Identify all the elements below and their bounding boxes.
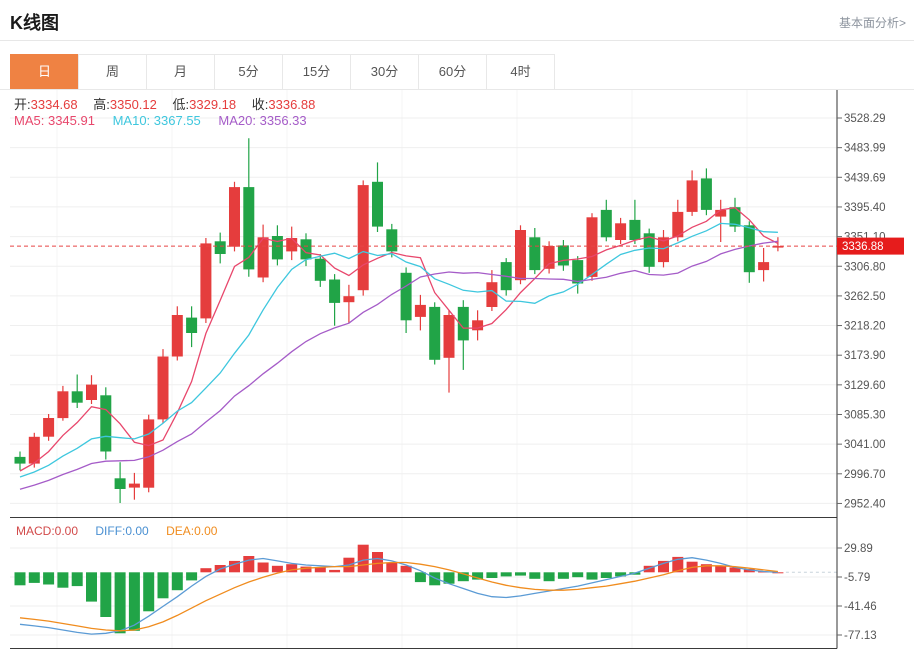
- current-price-tag: 3336.88: [837, 237, 904, 255]
- svg-text:3085.30: 3085.30: [844, 410, 886, 422]
- svg-text:-77.13: -77.13: [844, 630, 877, 642]
- candle: [715, 199, 727, 242]
- svg-text:3395.40: 3395.40: [844, 202, 886, 214]
- candle: [100, 387, 112, 460]
- candle: [700, 168, 712, 216]
- candle: [43, 414, 55, 441]
- svg-text:3218.20: 3218.20: [844, 321, 886, 333]
- candle: [257, 224, 269, 283]
- candle: [529, 228, 541, 275]
- candle: [343, 284, 355, 323]
- tab-15min[interactable]: 15分: [282, 54, 351, 90]
- candles: [14, 138, 784, 503]
- candle: [600, 199, 612, 242]
- candle: [457, 300, 469, 370]
- candle: [128, 472, 140, 500]
- candle: [572, 256, 584, 294]
- candle: [472, 310, 484, 341]
- macd-histogram: [14, 544, 784, 634]
- svg-text:-41.46: -41.46: [844, 601, 877, 613]
- candle: [186, 306, 198, 348]
- candle: [672, 199, 684, 242]
- svg-text:3306.80: 3306.80: [844, 261, 886, 273]
- candle: [429, 302, 441, 365]
- kline-chart-canvas[interactable]: 3528.293483.993439.693395.403351.103306.…: [10, 90, 904, 650]
- page-title: K线图: [10, 13, 59, 33]
- candle: [758, 248, 770, 282]
- page-header: K线图 基本面分析>: [10, 8, 906, 38]
- tab-5min[interactable]: 5分: [214, 54, 283, 90]
- candle: [515, 225, 526, 285]
- svg-text:3439.69: 3439.69: [844, 172, 886, 184]
- candle: [772, 237, 784, 252]
- candle: [743, 221, 755, 283]
- svg-text:3041.00: 3041.00: [844, 439, 886, 451]
- tab-60min[interactable]: 60分: [418, 54, 487, 90]
- tab-week[interactable]: 周: [78, 54, 147, 90]
- tab-30min[interactable]: 30分: [350, 54, 419, 90]
- candle: [443, 310, 455, 393]
- candle: [357, 180, 369, 296]
- svg-text:3129.60: 3129.60: [844, 380, 886, 392]
- fundamental-analysis-link[interactable]: 基本面分析>: [839, 14, 906, 31]
- candle: [286, 226, 298, 261]
- svg-text:29.89: 29.89: [844, 543, 873, 555]
- svg-text:-5.79: -5.79: [844, 572, 870, 584]
- timeframe-tabs: 日 周 月 5分 15分 30分 60分 4时: [10, 54, 555, 90]
- candle: [229, 181, 240, 252]
- tab-day[interactable]: 日: [10, 54, 79, 90]
- candle: [57, 385, 69, 421]
- svg-text:2952.40: 2952.40: [844, 498, 886, 510]
- svg-text:3336.88: 3336.88: [842, 241, 884, 253]
- kline-page: K线图 基本面分析> 日 周 月 5分 15分 30分 60分 4时 3528.…: [0, 0, 914, 650]
- candle: [171, 306, 183, 361]
- candle: [71, 374, 83, 408]
- svg-text:2996.70: 2996.70: [844, 469, 886, 481]
- candle: [372, 162, 383, 232]
- candle: [729, 197, 741, 232]
- candle: [143, 414, 155, 493]
- candle: [86, 375, 97, 404]
- svg-text:3528.29: 3528.29: [844, 113, 886, 125]
- candle: [214, 232, 226, 264]
- candle: [586, 213, 598, 281]
- ma20-line: [19, 240, 778, 490]
- tab-4hour[interactable]: 4时: [486, 54, 555, 90]
- candle: [157, 349, 169, 424]
- candle: [271, 225, 283, 266]
- candle: [200, 238, 212, 323]
- svg-text:3483.99: 3483.99: [844, 143, 886, 155]
- candle: [114, 462, 126, 503]
- candle: [243, 138, 255, 277]
- svg-text:3262.50: 3262.50: [844, 291, 886, 303]
- chart-area: 3528.293483.993439.693395.403351.103306.…: [10, 90, 904, 650]
- candle: [14, 451, 26, 471]
- header-divider: [0, 40, 914, 41]
- svg-text:3173.90: 3173.90: [844, 350, 886, 362]
- candle: [329, 274, 341, 326]
- tab-month[interactable]: 月: [146, 54, 215, 90]
- candle: [643, 228, 655, 273]
- candle: [615, 217, 627, 244]
- axis-labels: 3528.293483.993439.693395.403351.103306.…: [837, 113, 886, 642]
